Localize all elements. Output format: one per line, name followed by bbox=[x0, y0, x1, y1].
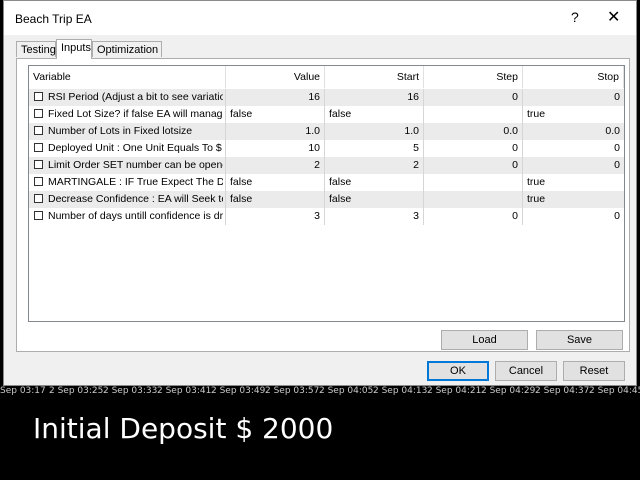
variable-name: Limit Order SET number can be opened a..… bbox=[48, 159, 223, 171]
variable-cell: MARTINGALE : IF True Expect The Dra... bbox=[29, 174, 226, 191]
variable-name: Decrease Confidence : EA will Seek to cl… bbox=[48, 193, 223, 205]
table-row[interactable]: RSI Period (Adjust a bit to see variatio… bbox=[29, 89, 624, 106]
stop-cell[interactable]: 0 bbox=[523, 89, 624, 106]
table-row[interactable]: Number of days untill confidence is drop… bbox=[29, 208, 624, 225]
cancel-button[interactable]: Cancel bbox=[495, 361, 557, 381]
time-axis-label: 2 Sep 04:37 bbox=[535, 386, 590, 396]
step-cell[interactable]: 0 bbox=[424, 89, 523, 106]
column-header-start[interactable]: Start bbox=[325, 66, 424, 88]
table-row[interactable]: Deployed Unit : One Unit Equals To $ 20.… bbox=[29, 140, 624, 157]
table-row[interactable]: Number of Lots in Fixed lotsize 1.0 1.0 … bbox=[29, 123, 624, 140]
time-axis-label: 2 Sep 04:45 bbox=[589, 386, 640, 396]
reset-button[interactable]: Reset bbox=[563, 361, 625, 381]
ok-button[interactable]: OK bbox=[427, 361, 489, 381]
stop-cell[interactable]: 0 bbox=[523, 157, 624, 174]
value-cell[interactable]: 10 bbox=[226, 140, 325, 157]
step-cell[interactable] bbox=[424, 174, 523, 191]
variable-name: RSI Period (Adjust a bit to see variatio… bbox=[48, 91, 223, 103]
help-button[interactable]: ? bbox=[571, 9, 579, 25]
value-cell[interactable]: false bbox=[226, 191, 325, 208]
value-cell[interactable]: false bbox=[226, 174, 325, 191]
time-axis-label: 2 Sep 03:41 bbox=[157, 386, 212, 396]
value-cell[interactable]: 2 bbox=[226, 157, 325, 174]
optimize-checkbox[interactable] bbox=[34, 109, 43, 118]
time-axis-label: 2 Sep 04:29 bbox=[481, 386, 536, 396]
start-cell[interactable]: false bbox=[325, 106, 424, 123]
stop-cell[interactable]: 0 bbox=[523, 208, 624, 225]
optimize-checkbox[interactable] bbox=[34, 211, 43, 220]
step-cell[interactable]: 0.0 bbox=[424, 123, 523, 140]
value-cell[interactable]: false bbox=[226, 106, 325, 123]
time-axis-label: 2 Sep 03:49 bbox=[211, 386, 266, 396]
variable-name: Number of Lots in Fixed lotsize bbox=[48, 125, 193, 137]
table-header: Variable Value Start Step Stop bbox=[29, 66, 624, 88]
start-cell[interactable]: false bbox=[325, 191, 424, 208]
step-cell[interactable]: 0 bbox=[424, 157, 523, 174]
inputs-table: Variable Value Start Step Stop RSI Perio… bbox=[28, 65, 625, 322]
step-cell[interactable]: 0 bbox=[424, 140, 523, 157]
time-axis-label: 2 Sep 04:21 bbox=[427, 386, 482, 396]
step-cell[interactable] bbox=[424, 106, 523, 123]
column-header-stop[interactable]: Stop bbox=[523, 66, 624, 88]
optimize-checkbox[interactable] bbox=[34, 160, 43, 169]
tab-testing[interactable]: Testing bbox=[16, 41, 56, 57]
variable-cell: Number of days untill confidence is drop… bbox=[29, 208, 226, 225]
variable-cell: Deployed Unit : One Unit Equals To $ 20.… bbox=[29, 140, 226, 157]
stop-cell[interactable]: 0.0 bbox=[523, 123, 624, 140]
variable-cell: Limit Order SET number can be opened a..… bbox=[29, 157, 226, 174]
value-cell[interactable]: 16 bbox=[226, 89, 325, 106]
variable-cell: RSI Period (Adjust a bit to see variatio… bbox=[29, 89, 226, 106]
stop-cell[interactable]: true bbox=[523, 191, 624, 208]
optimize-checkbox[interactable] bbox=[34, 194, 43, 203]
table-row[interactable]: Fixed Lot Size? if false EA will manage … bbox=[29, 106, 624, 123]
value-cell[interactable]: 1.0 bbox=[226, 123, 325, 140]
column-header-value[interactable]: Value bbox=[226, 66, 325, 88]
time-axis-label: 2 Sep 03:57 bbox=[265, 386, 320, 396]
variable-name: Fixed Lot Size? if false EA will manage … bbox=[48, 108, 223, 120]
time-axis-label: 2 Sep 03:25 bbox=[49, 386, 104, 396]
title-bar[interactable]: Beach Trip EA ? ✕ bbox=[4, 1, 636, 35]
variable-name: Deployed Unit : One Unit Equals To $ 20.… bbox=[48, 142, 223, 154]
variable-cell: Number of Lots in Fixed lotsize bbox=[29, 123, 226, 140]
caption-text: Initial Deposit $ 2000 bbox=[33, 412, 334, 445]
start-cell[interactable]: 5 bbox=[325, 140, 424, 157]
variable-name: Number of days untill confidence is drop… bbox=[48, 210, 223, 222]
time-axis-label: 2 Sep 04:13 bbox=[373, 386, 428, 396]
step-cell[interactable]: 0 bbox=[424, 208, 523, 225]
variable-cell: Fixed Lot Size? if false EA will manage … bbox=[29, 106, 226, 123]
table-row[interactable]: Limit Order SET number can be opened a..… bbox=[29, 157, 624, 174]
time-axis-label: Sep 03:17 bbox=[0, 386, 46, 396]
tab-inputs[interactable]: Inputs bbox=[56, 39, 92, 59]
time-axis: Sep 03:17 2 Sep 03:25 2 Sep 03:33 2 Sep … bbox=[0, 385, 640, 397]
tab-optimization[interactable]: Optimization bbox=[92, 41, 162, 57]
dialog-title: Beach Trip EA bbox=[15, 12, 92, 26]
column-header-variable[interactable]: Variable bbox=[29, 66, 226, 88]
inputs-panel: Variable Value Start Step Stop RSI Perio… bbox=[16, 58, 630, 352]
start-cell[interactable]: 3 bbox=[325, 208, 424, 225]
stop-cell[interactable]: true bbox=[523, 106, 624, 123]
table-row[interactable]: Decrease Confidence : EA will Seek to cl… bbox=[29, 191, 624, 208]
ea-properties-dialog: Beach Trip EA ? ✕ Testing Inputs Optimiz… bbox=[3, 0, 637, 386]
optimize-checkbox[interactable] bbox=[34, 126, 43, 135]
load-button[interactable]: Load bbox=[441, 330, 528, 350]
stop-cell[interactable]: true bbox=[523, 174, 624, 191]
start-cell[interactable]: 2 bbox=[325, 157, 424, 174]
start-cell[interactable]: 16 bbox=[325, 89, 424, 106]
variable-name: MARTINGALE : IF True Expect The Dra... bbox=[48, 176, 223, 188]
table-row[interactable]: MARTINGALE : IF True Expect The Dra... f… bbox=[29, 174, 624, 191]
optimize-checkbox[interactable] bbox=[34, 177, 43, 186]
time-axis-label: 2 Sep 03:33 bbox=[103, 386, 158, 396]
start-cell[interactable]: false bbox=[325, 174, 424, 191]
close-button[interactable]: ✕ bbox=[607, 7, 620, 27]
optimize-checkbox[interactable] bbox=[34, 92, 43, 101]
value-cell[interactable]: 3 bbox=[226, 208, 325, 225]
column-header-step[interactable]: Step bbox=[424, 66, 523, 88]
save-button[interactable]: Save bbox=[536, 330, 623, 350]
stop-cell[interactable]: 0 bbox=[523, 140, 624, 157]
time-axis-label: 2 Sep 04:05 bbox=[319, 386, 374, 396]
start-cell[interactable]: 1.0 bbox=[325, 123, 424, 140]
optimize-checkbox[interactable] bbox=[34, 143, 43, 152]
step-cell[interactable] bbox=[424, 191, 523, 208]
variable-cell: Decrease Confidence : EA will Seek to cl… bbox=[29, 191, 226, 208]
